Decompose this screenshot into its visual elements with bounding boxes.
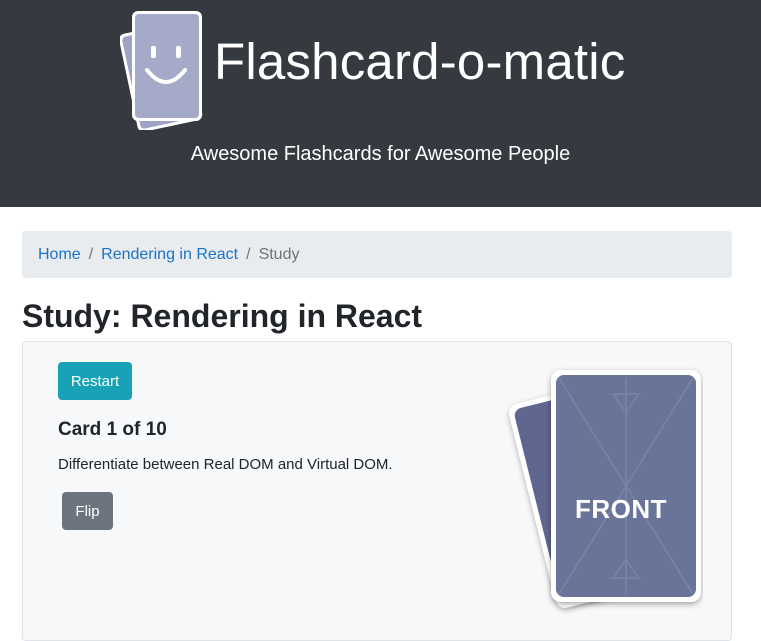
card-count: Card 1 of 10 bbox=[58, 419, 167, 440]
smiley-flashcards-icon bbox=[120, 11, 203, 130]
breadcrumb-current: Study bbox=[258, 245, 300, 263]
breadcrumb-separator: / bbox=[246, 245, 251, 263]
breadcrumb-home-link[interactable]: Home bbox=[38, 246, 81, 264]
breadcrumb-separator: / bbox=[88, 245, 94, 263]
breadcrumb-deck-link[interactable]: Rendering in React bbox=[101, 246, 238, 264]
page-title: Study: Rendering in React bbox=[22, 298, 423, 334]
site-header: Flashcard-o-matic Awesome Flashcards for… bbox=[0, 0, 761, 207]
card-question-text: Differentiate between Real DOM and Virtu… bbox=[58, 456, 393, 473]
app-title: Flashcard-o-matic bbox=[214, 33, 626, 90]
card-front-label: FRONT bbox=[574, 494, 668, 524]
flip-button[interactable]: Flip bbox=[62, 492, 113, 530]
study-card: Restart Card 1 of 10 Differentiate betwe… bbox=[22, 341, 732, 641]
breadcrumb: Home / Rendering in React / Study bbox=[22, 231, 732, 278]
app-subtitle: Awesome Flashcards for Awesome People bbox=[190, 143, 571, 165]
flashcard-stack-icon bbox=[509, 370, 701, 608]
flashcard-front-image: FRONT bbox=[501, 364, 703, 614]
restart-button[interactable]: Restart bbox=[58, 362, 132, 400]
